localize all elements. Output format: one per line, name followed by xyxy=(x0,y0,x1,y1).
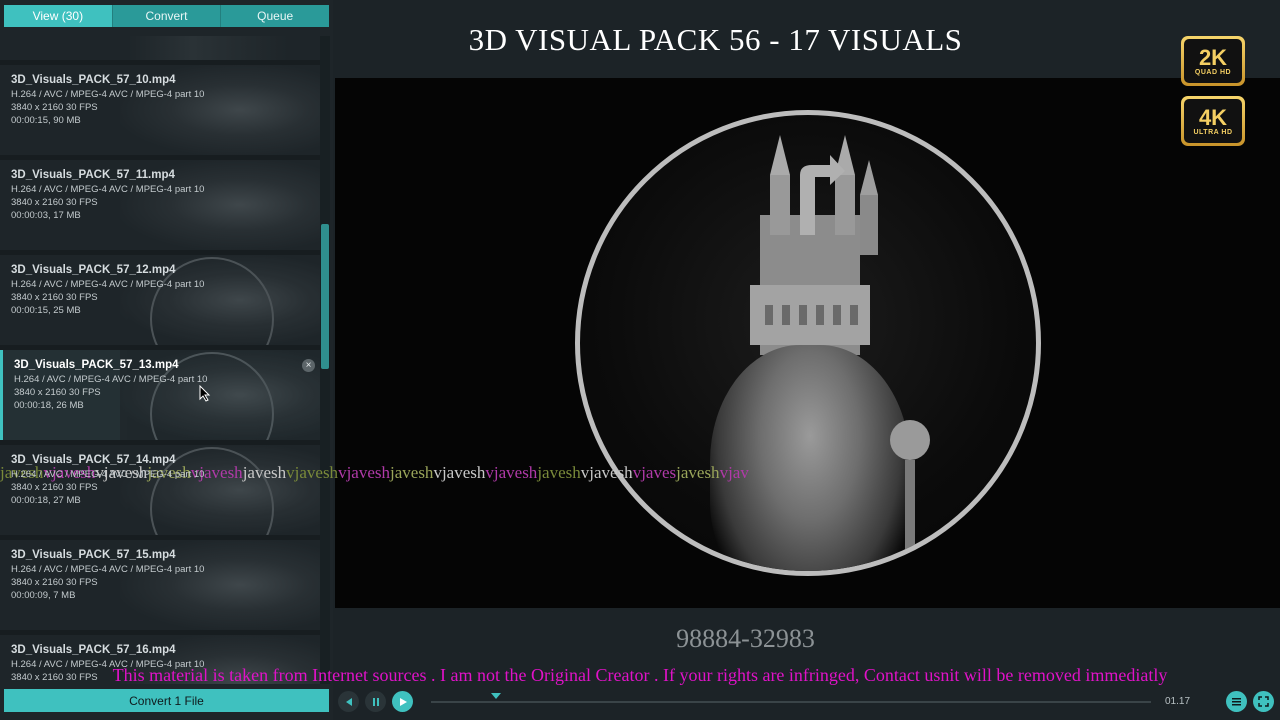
previous-button[interactable] xyxy=(338,691,359,712)
badge-label: 2K xyxy=(1198,44,1228,70)
file-list: 3D_Visuals_PACK_57_10.mp4 H.264 / AVC / … xyxy=(0,36,320,684)
file-item-12[interactable]: 3D_Visuals_PACK_57_12.mp4 H.264 / AVC / … xyxy=(0,255,320,345)
file-name: 3D_Visuals_PACK_57_15.mp4 xyxy=(11,549,176,561)
watermark-segment: vjavesh xyxy=(485,463,538,482)
pause-icon xyxy=(372,697,379,706)
file-resolution: 3840 x 2160 30 FPS xyxy=(11,577,98,588)
sidebar: View (30) Convert Queue 3D_Visuals_PACK_… xyxy=(0,0,333,720)
file-item-13[interactable]: 3D_Visuals_PACK_57_13.mp4 H.264 / AVC / … xyxy=(0,350,320,440)
badge-sublabel: ULTRA HD xyxy=(1193,128,1233,136)
tab-bar: View (30) Convert Queue xyxy=(4,5,330,27)
file-resolution: 3840 x 2160 30 FPS xyxy=(14,387,101,398)
file-item-11[interactable]: 3D_Visuals_PACK_57_11.mp4 H.264 / AVC / … xyxy=(0,160,320,250)
watermark-segment: javesh xyxy=(390,463,434,482)
watermark-segment: javesh xyxy=(537,463,581,482)
quality-badges: 2K QUAD HD 4K ULTRA HD xyxy=(1181,36,1247,156)
file-codec: H.264 / AVC / MPEG-4 AVC / MPEG-4 part 1… xyxy=(11,564,205,575)
watermark-segment: vjavesh xyxy=(286,463,339,482)
file-name: 3D_Visuals_PACK_57_12.mp4 xyxy=(11,264,176,276)
file-codec: H.264 / AVC / MPEG-4 AVC / MPEG-4 part 1… xyxy=(14,374,208,385)
fullscreen-button[interactable] xyxy=(1253,691,1274,712)
file-name: 3D_Visuals_PACK_57_14.mp4 xyxy=(11,454,176,466)
file-codec: H.264 / AVC / MPEG-4 AVC / MPEG-4 part 1… xyxy=(11,469,205,480)
file-name: 3D_Visuals_PACK_57_16.mp4 xyxy=(11,644,176,656)
playlist-button[interactable] xyxy=(1226,691,1247,712)
mace-illustration xyxy=(890,420,930,565)
castle-crown-illustration xyxy=(750,135,878,355)
file-resolution: 3840 x 2160 30 FPS xyxy=(11,292,98,303)
file-resolution: 3840 x 2160 30 FPS xyxy=(11,672,98,683)
playback-time: 01.17 xyxy=(1165,696,1191,707)
remove-file-button[interactable]: × xyxy=(302,359,315,372)
file-info: 00:00:15, 90 MB xyxy=(11,115,81,126)
file-name: 3D_Visuals_PACK_57_10.mp4 xyxy=(11,74,176,86)
partial-thumbnail xyxy=(0,36,320,60)
file-name: 3D_Visuals_PACK_57_11.mp4 xyxy=(11,169,175,181)
watermark-segment: javesh xyxy=(242,463,287,482)
watermark-segment: vjavesh xyxy=(580,463,633,482)
ultra-hd-badge: 4K ULTRA HD xyxy=(1181,96,1245,146)
file-info: 00:00:18, 26 MB xyxy=(14,400,84,411)
watermark-segment: vjav xyxy=(719,463,749,482)
file-codec: H.264 / AVC / MPEG-4 AVC / MPEG-4 part 1… xyxy=(11,89,205,100)
file-codec: H.264 / AVC / MPEG-4 AVC / MPEG-4 part 1… xyxy=(11,184,205,195)
file-info: 00:00:03, 17 MB xyxy=(11,210,81,221)
playback-bar: 01.17 xyxy=(333,688,1280,715)
file-codec: H.264 / AVC / MPEG-4 AVC / MPEG-4 part 1… xyxy=(11,279,205,290)
watermark-segment: vjavesh xyxy=(338,463,390,482)
list-scrollbar[interactable] xyxy=(320,36,330,684)
badge-sublabel: QUAD HD xyxy=(1194,68,1232,76)
play-icon xyxy=(399,697,407,706)
play-button[interactable] xyxy=(392,691,413,712)
file-item-10[interactable]: 3D_Visuals_PACK_57_10.mp4 H.264 / AVC / … xyxy=(0,65,320,155)
phone-number: 98884-32983 xyxy=(676,624,815,653)
file-resolution: 3840 x 2160 30 FPS xyxy=(11,482,98,493)
watermark-segment: vjaves xyxy=(632,463,677,482)
tab-queue[interactable]: Queue xyxy=(221,5,330,27)
preview-pane: 3D VISUAL PACK 56 - 17 VISUALS 2K QUAD H… xyxy=(333,0,1280,720)
file-resolution: 3840 x 2160 30 FPS xyxy=(11,197,98,208)
badge-label: 4K xyxy=(1198,104,1228,130)
file-codec: H.264 / AVC / MPEG-4 AVC / MPEG-4 part 1… xyxy=(11,659,205,670)
quad-hd-badge: 2K QUAD HD xyxy=(1181,36,1245,86)
file-item-15[interactable]: 3D_Visuals_PACK_57_15.mp4 H.264 / AVC / … xyxy=(0,540,320,630)
file-info: 00:00:18, 27 MB xyxy=(11,495,81,506)
seek-handle[interactable] xyxy=(490,693,501,699)
video-title: 3D VISUAL PACK 56 - 17 VISUALS xyxy=(468,22,963,57)
app-window: View (30) Convert Queue 3D_Visuals_PACK_… xyxy=(0,0,1280,720)
seek-bar[interactable] xyxy=(431,693,1151,703)
tab-convert[interactable]: Convert xyxy=(112,5,222,27)
fullscreen-icon xyxy=(1258,696,1269,707)
file-resolution: 3840 x 2160 30 FPS xyxy=(11,102,98,113)
artwork-circle xyxy=(575,110,1041,576)
list-icon xyxy=(1232,698,1241,706)
pause-button[interactable] xyxy=(365,691,386,712)
convert-files-button[interactable]: Convert 1 File xyxy=(4,689,329,712)
previous-icon xyxy=(345,697,352,706)
watermark-segment: javesh xyxy=(676,463,720,482)
file-info: 00:00:09, 7 MB xyxy=(11,590,76,601)
file-item-16[interactable]: 3D_Visuals_PACK_57_16.mp4 H.264 / AVC / … xyxy=(0,635,320,684)
file-item-14[interactable]: 3D_Visuals_PACK_57_14.mp4 H.264 / AVC / … xyxy=(0,445,320,535)
video-frame[interactable] xyxy=(335,78,1280,608)
file-name: 3D_Visuals_PACK_57_13.mp4 xyxy=(14,359,179,371)
file-info: 00:00:15, 25 MB xyxy=(11,305,81,316)
tab-view[interactable]: View (30) xyxy=(4,5,113,27)
watermark-segment: vjavesh xyxy=(433,463,486,482)
scrollbar-thumb[interactable] xyxy=(321,224,329,369)
